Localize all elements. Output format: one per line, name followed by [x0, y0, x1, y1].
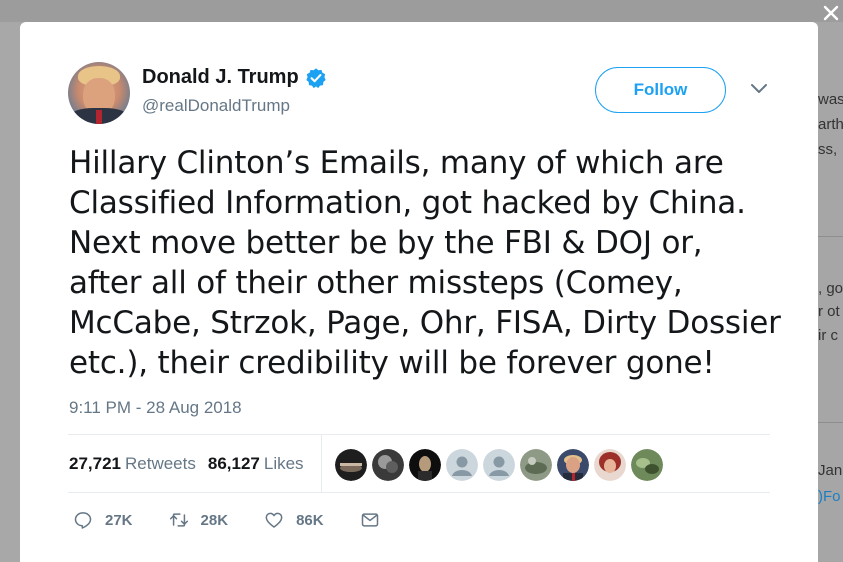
reply-icon[interactable]	[73, 510, 93, 530]
background-text-fragment: , go	[818, 280, 843, 297]
tweet-text-line: McCabe, Strzok, Page, Ohr, FISA, Dirty D…	[69, 305, 781, 341]
background-divider	[818, 236, 843, 237]
tweet-card: Donald J. Trump @realDonaldTrump Follow …	[20, 22, 818, 562]
liker-avatar[interactable]	[594, 449, 626, 481]
liker-avatar[interactable]	[520, 449, 552, 481]
background-text-fragment: Jan	[818, 462, 843, 479]
stats-separator	[321, 434, 322, 492]
tweet-stats: 27,721 Retweets 86,127 Likes	[69, 454, 304, 474]
retweet-count: 28K	[200, 511, 229, 529]
liker-avatar[interactable]	[335, 449, 367, 481]
author-avatar[interactable]	[68, 62, 130, 124]
tweet-text-line: etc.), their credibility will be forever…	[69, 345, 715, 381]
stats-top-divider	[68, 434, 770, 435]
close-icon[interactable]	[822, 4, 840, 22]
heart-icon[interactable]	[264, 510, 284, 530]
retweet-icon[interactable]	[169, 510, 189, 530]
liker-avatar[interactable]	[372, 449, 404, 481]
background-text-fragment: arth	[818, 116, 843, 133]
reply-action[interactable]: 27K	[73, 510, 133, 530]
avatar-tie	[96, 110, 102, 124]
author-handle[interactable]: @realDonaldTrump	[142, 96, 290, 116]
tweet-actions: 27K 28K 86K	[73, 510, 416, 530]
tweet-text-line: after all of their other missteps (Comey…	[69, 265, 683, 301]
author-name-row: Donald J. Trump	[142, 66, 327, 89]
likes-count[interactable]: 86,127	[208, 454, 260, 474]
background-page-header	[0, 0, 843, 22]
background-text-fragment: ss,	[818, 141, 838, 158]
tweet-text: Hillary Clinton’s Emails, many of which …	[69, 143, 809, 383]
background-text-fragment: )Fo	[818, 488, 841, 505]
stats-bottom-divider	[68, 492, 770, 493]
background-divider	[818, 422, 843, 423]
tweet-text-line: Next move better be by the FBI & DOJ or,	[69, 225, 703, 261]
default-avatar-icon[interactable]	[483, 449, 515, 481]
like-action[interactable]: 86K	[264, 510, 324, 530]
chevron-down-icon[interactable]	[750, 82, 768, 96]
background-page-sidebar: was arth ss, , go r ot ir c Jan )Fo	[818, 22, 843, 562]
background-text-fragment: r ot	[818, 303, 840, 320]
likes-label[interactable]: Likes	[264, 454, 304, 474]
like-count: 86K	[296, 511, 324, 529]
reply-count: 27K	[105, 511, 133, 529]
liker-avatar[interactable]	[409, 449, 441, 481]
default-avatar-icon[interactable]	[446, 449, 478, 481]
follow-button[interactable]: Follow	[595, 67, 726, 113]
background-text-fragment: ir c	[818, 327, 838, 344]
tweet-timestamp[interactable]: 9:11 PM - 28 Aug 2018	[69, 398, 242, 418]
liked-by-avatars	[335, 449, 668, 481]
envelope-icon[interactable]	[360, 510, 380, 530]
author-display-name[interactable]: Donald J. Trump	[142, 66, 299, 89]
retweet-action[interactable]: 28K	[169, 510, 229, 530]
retweets-label[interactable]: Retweets	[125, 454, 196, 474]
tweet-text-line: Hillary Clinton’s Emails, many of which …	[69, 145, 724, 181]
retweets-count[interactable]: 27,721	[69, 454, 121, 474]
tweet-text-line: Classified Information, got hacked by Ch…	[69, 185, 746, 221]
verified-badge-icon	[306, 67, 326, 88]
background-text-fragment: was	[818, 91, 843, 108]
direct-message-action[interactable]	[360, 510, 380, 530]
liker-avatar[interactable]	[557, 449, 589, 481]
liker-avatar[interactable]	[631, 449, 663, 481]
